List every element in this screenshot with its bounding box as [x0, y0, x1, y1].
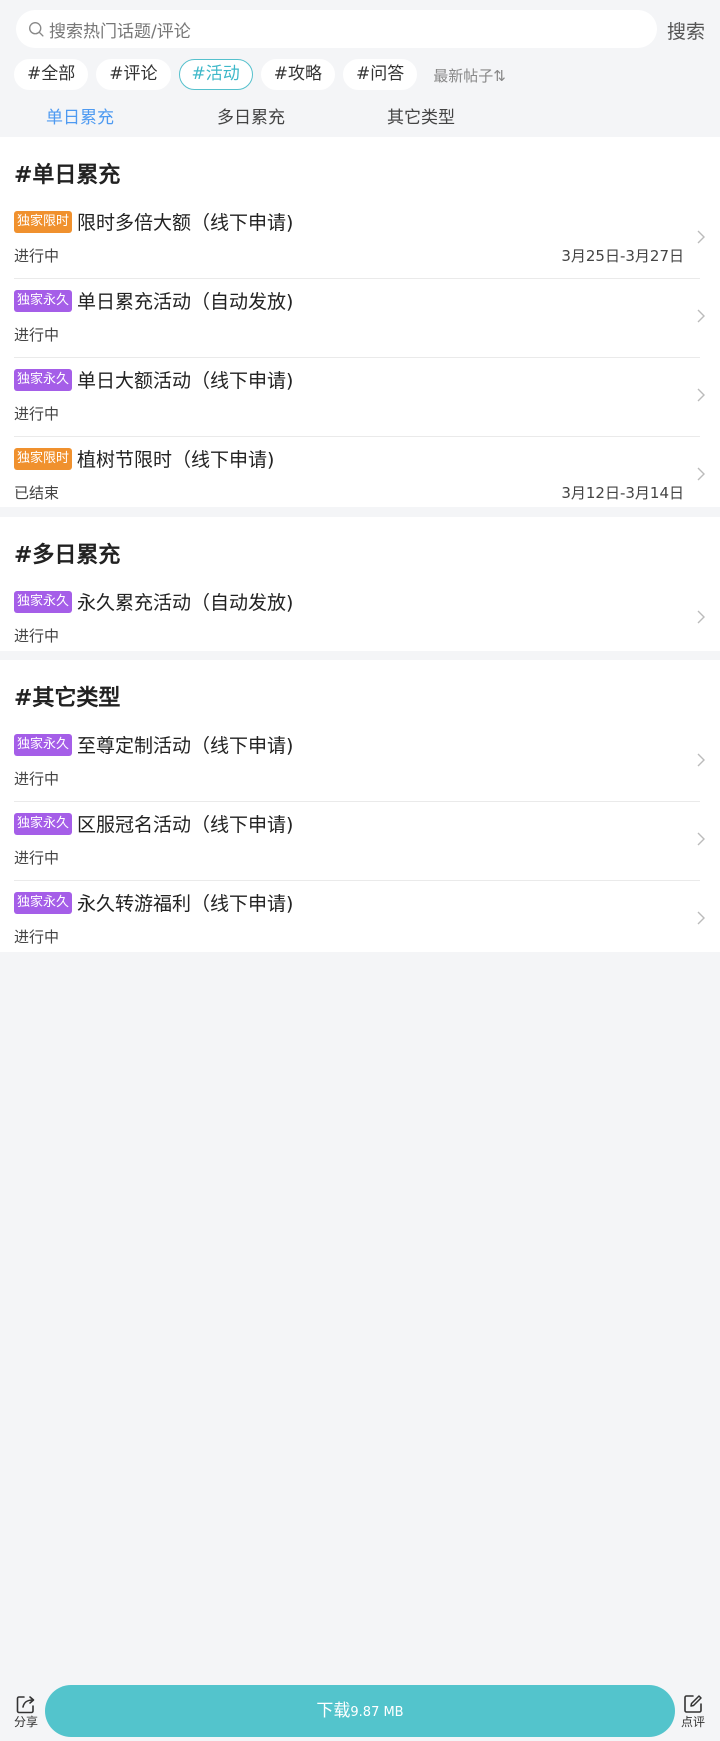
chevron-right-icon — [697, 610, 705, 624]
chevron-right-icon — [697, 388, 705, 402]
list-item[interactable]: 独家永久 至尊定制活动（线下申请) 进行中 — [0, 723, 720, 802]
item-status: 进行中 — [14, 627, 60, 645]
chevron-right-icon — [697, 230, 705, 244]
chevron-right-icon — [697, 309, 705, 323]
download-button[interactable]: 下载9.87 MB — [45, 1685, 675, 1737]
review-label: 点评 — [680, 1715, 705, 1729]
section-single-day: #单日累充 独家限时 限时多倍大额（线下申请) 进行中 3月25日-3月27日 … — [0, 137, 720, 507]
page: 搜索热门话题/评论 搜索 #全部 #评论 #活动 #攻略 #问答 最新帖子⇅ 单日累充 多… — [0, 0, 720, 1741]
share-icon — [16, 1696, 35, 1714]
list-item[interactable]: 独家限时 限时多倍大额（线下申请) 进行中 3月25日-3月27日 — [0, 200, 720, 279]
list-item[interactable]: 独家限时 植树节限时（线下申请) 已结束 3月12日-3月14日 — [0, 437, 720, 516]
chevron-right-icon — [697, 911, 705, 925]
item-title: 植树节限时（线下申请) — [77, 449, 275, 471]
badge-limited: 独家限时 — [14, 211, 73, 233]
item-title: 永久转游福利（线下申请) — [77, 893, 294, 915]
item-title: 永久累充活动（自动发放) — [77, 592, 294, 614]
tag-all[interactable]: #全部 — [14, 59, 89, 90]
category-tabs: 单日累充 多日累充 其它类型 — [0, 103, 720, 131]
item-status: 进行中 — [14, 405, 60, 423]
badge-permanent: 独家永久 — [14, 369, 73, 391]
review-button[interactable]: 点评 — [673, 1689, 713, 1729]
list-item[interactable]: 独家永久 单日大额活动（线下申请) 进行中 — [0, 358, 720, 437]
chevron-right-icon — [697, 832, 705, 846]
topic-tags: #全部 #评论 #活动 #攻略 #问答 最新帖子⇅ — [14, 59, 720, 91]
section-other-types: #其它类型 独家永久 至尊定制活动（线下申请) 进行中 独家永久 区服冠名活动（… — [0, 660, 720, 952]
share-label: 分享 — [13, 1715, 38, 1729]
item-status: 进行中 — [14, 326, 60, 344]
item-title: 单日累充活动（自动发放) — [77, 291, 294, 313]
badge-permanent: 独家永久 — [14, 813, 73, 835]
badge-permanent: 独家永久 — [14, 591, 73, 613]
item-status: 进行中 — [14, 928, 60, 946]
tab-other-types[interactable]: 其它类型 — [387, 103, 455, 128]
badge-permanent: 独家永久 — [14, 290, 73, 312]
item-date: 3月12日-3月14日 — [561, 484, 684, 502]
sort-latest-posts[interactable]: 最新帖子⇅ — [433, 59, 506, 91]
section-title: #单日累充 — [14, 163, 121, 188]
item-status: 进行中 — [14, 247, 60, 265]
item-title: 单日大额活动（线下申请) — [77, 370, 294, 392]
tag-comments[interactable]: #评论 — [96, 59, 171, 90]
badge-permanent: 独家永久 — [14, 892, 73, 914]
item-title: 限时多倍大额（线下申请) — [77, 212, 294, 234]
item-date: 3月25日-3月27日 — [561, 247, 684, 265]
share-button[interactable]: 分享 — [6, 1689, 46, 1729]
tag-guides[interactable]: #攻略 — [260, 59, 335, 90]
list-item[interactable]: 独家永久 永久转游福利（线下申请) 进行中 — [0, 881, 720, 960]
tag-qa[interactable]: #问答 — [343, 59, 418, 90]
badge-limited: 独家限时 — [14, 448, 73, 470]
list-item[interactable]: 独家永久 永久累充活动（自动发放) 进行中 — [0, 580, 720, 659]
tab-multi-day[interactable]: 多日累充 — [217, 103, 285, 128]
chevron-right-icon — [697, 467, 705, 481]
list-item[interactable]: 独家永久 单日累充活动（自动发放) 进行中 — [0, 279, 720, 358]
item-status: 已结束 — [14, 484, 60, 502]
badge-permanent: 独家永久 — [14, 734, 73, 756]
item-title: 至尊定制活动（线下申请) — [77, 735, 294, 757]
bottom-bar: 分享 下载9.87 MB 点评 — [0, 1681, 720, 1741]
item-status: 进行中 — [14, 849, 60, 867]
section-multi-day: #多日累充 独家永久 永久累充活动（自动发放) 进行中 — [0, 517, 720, 651]
search-input[interactable]: 搜索热门话题/评论 — [16, 10, 657, 48]
search-icon — [29, 21, 44, 37]
tab-single-day[interactable]: 单日累充 — [46, 103, 114, 128]
section-title: #其它类型 — [14, 686, 121, 711]
search-button[interactable]: 搜索 — [667, 17, 705, 44]
item-title: 区服冠名活动（线下申请) — [77, 814, 294, 836]
edit-icon — [684, 1695, 702, 1713]
search-row: 搜索热门话题/评论 搜索 — [0, 0, 720, 56]
chevron-right-icon — [697, 753, 705, 767]
section-title: #多日累充 — [14, 543, 121, 568]
tag-activities[interactable]: #活动 — [178, 59, 253, 90]
search-placeholder: 搜索热门话题/评论 — [49, 21, 191, 42]
item-status: 进行中 — [14, 770, 60, 788]
download-label: 下载 — [316, 1701, 351, 1721]
download-size: 9.87 MB — [350, 1705, 404, 1720]
list-item[interactable]: 独家永久 区服冠名活动（线下申请) 进行中 — [0, 802, 720, 881]
